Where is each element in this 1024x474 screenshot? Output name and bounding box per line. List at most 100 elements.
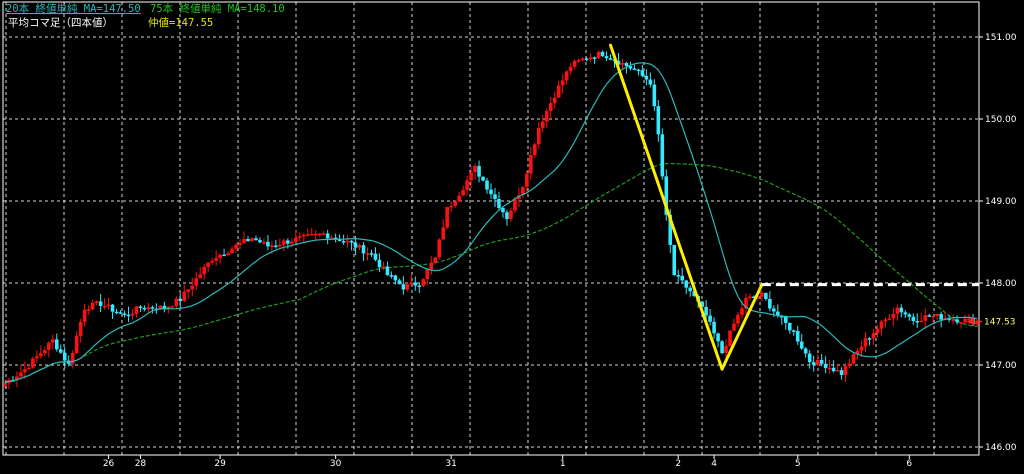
candle-body	[959, 322, 963, 324]
candle-body	[481, 176, 485, 181]
candle-body	[588, 57, 593, 60]
candle-body	[182, 291, 187, 302]
candle-body	[708, 315, 712, 322]
candle-body	[397, 280, 402, 285]
candle-body	[791, 330, 796, 332]
candle-body	[656, 106, 661, 135]
candle-body	[142, 307, 147, 310]
candle-body	[457, 195, 461, 202]
candlestick-chart: 151.00150.00149.00148.00147.00146.00 26 2…	[0, 0, 1024, 474]
candle-body	[238, 243, 242, 245]
candle-body	[811, 362, 816, 366]
candle-body	[688, 287, 692, 292]
candle-body	[509, 210, 513, 220]
candle-body	[843, 366, 848, 375]
candle-body	[768, 298, 772, 309]
candle-body	[290, 241, 294, 244]
candle-body	[178, 298, 183, 302]
candle-body	[274, 245, 278, 247]
candle-body	[413, 282, 418, 286]
candle-body	[748, 296, 752, 299]
candle-body	[98, 301, 103, 306]
candle-body	[325, 233, 330, 239]
candle-body	[923, 315, 928, 321]
candle-body	[437, 239, 442, 258]
candle-body	[628, 66, 633, 69]
x-tick-label: 31	[445, 459, 456, 469]
candle-body	[560, 80, 565, 86]
candle-body	[23, 369, 27, 373]
candle-body	[250, 238, 254, 242]
candle-body	[863, 338, 868, 347]
candle-body	[644, 75, 649, 80]
candle-body	[3, 383, 7, 386]
candle-body	[102, 305, 107, 308]
candle-body	[736, 314, 740, 324]
candle-body	[365, 253, 370, 255]
candle-body	[648, 79, 653, 85]
candle-body	[584, 58, 589, 61]
candle-body	[887, 318, 892, 321]
candle-body	[106, 304, 111, 307]
x-tick-label: 29	[214, 459, 226, 469]
candle-body	[720, 341, 724, 354]
candle-body	[441, 227, 445, 240]
candle-body	[429, 263, 434, 270]
candle-body	[43, 350, 47, 354]
y-tick-label: 148.00	[985, 279, 1017, 289]
candle-body	[764, 292, 768, 299]
candle-body	[405, 284, 410, 290]
candle-body	[202, 266, 206, 275]
candle-body	[787, 322, 792, 331]
candle-body	[596, 51, 601, 59]
candle-body	[222, 254, 226, 257]
candle-body	[74, 335, 79, 353]
candle-body	[150, 307, 155, 309]
candle-body	[875, 328, 880, 334]
candle-body	[393, 275, 398, 281]
candle-body	[258, 239, 262, 243]
candle-body	[317, 233, 322, 236]
candle-body	[82, 309, 87, 323]
candle-body	[294, 237, 298, 242]
candle-body	[389, 275, 394, 277]
candle-body	[772, 308, 776, 312]
candle-body	[453, 201, 457, 206]
candle-body	[373, 253, 378, 260]
y-tick-label: 146.00	[985, 443, 1017, 453]
candle-body	[899, 307, 904, 313]
candle-body	[409, 282, 414, 285]
candle-body	[728, 330, 732, 346]
candle-body	[847, 363, 852, 367]
candle-body	[624, 62, 629, 67]
candle-body	[911, 316, 916, 322]
candle-body	[186, 289, 191, 292]
y-tick-label: 147.00	[985, 361, 1017, 371]
candle-body	[580, 58, 585, 61]
candle-body	[349, 240, 354, 243]
candle-body	[903, 312, 908, 315]
candle-body	[493, 194, 497, 200]
candle-body	[353, 242, 358, 248]
candle-body	[369, 253, 374, 255]
candle-body	[286, 240, 290, 244]
ma20-legend: 20本 終値単純 MA=147.50	[6, 2, 141, 15]
candle-body	[823, 363, 828, 369]
candle-body	[282, 240, 286, 245]
y-tick-label: 151.00	[985, 33, 1017, 43]
candle-body	[345, 240, 350, 243]
candle-body	[684, 280, 688, 288]
candle-body	[608, 58, 613, 60]
candle-body	[827, 367, 832, 370]
x-tick-label: 28	[135, 459, 147, 469]
candle-body	[301, 234, 306, 237]
candle-body	[385, 266, 390, 276]
candle-body	[907, 314, 912, 317]
candle-body	[636, 69, 641, 72]
x-tick-label: 5	[795, 459, 801, 469]
candle-body	[867, 338, 872, 340]
candle-body	[449, 205, 453, 208]
candle-body	[883, 319, 888, 322]
candle-body	[732, 323, 736, 331]
chart-background	[0, 0, 1024, 474]
